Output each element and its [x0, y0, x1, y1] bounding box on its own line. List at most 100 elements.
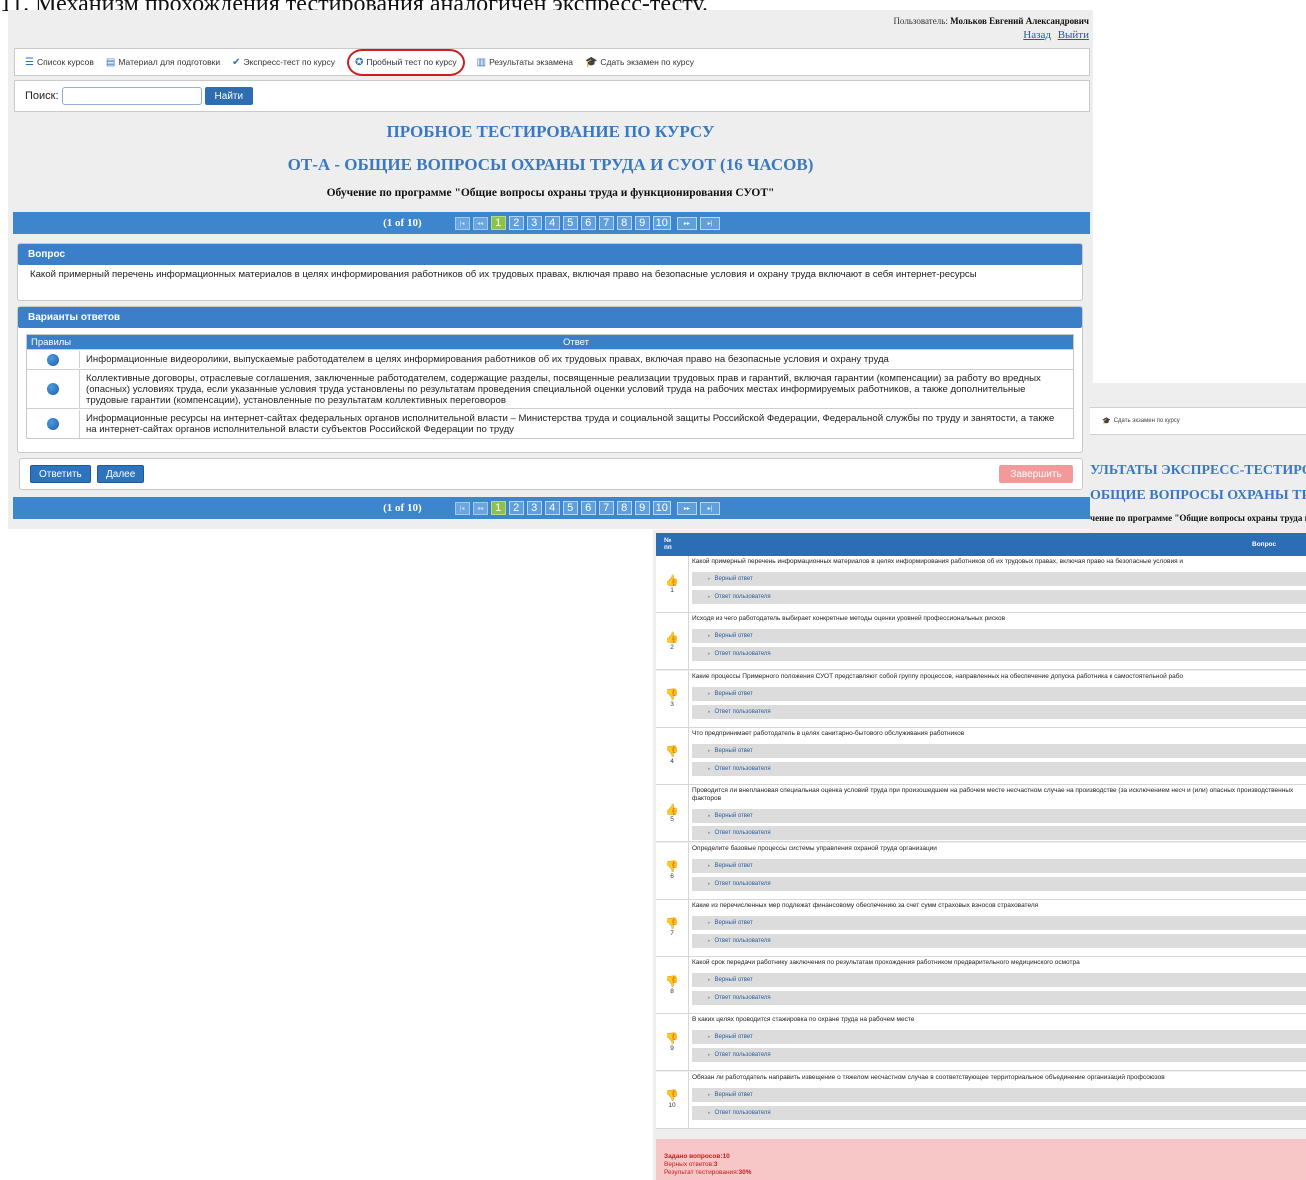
question-text: Какой примерный перечень информационных … — [30, 269, 977, 280]
thumbs-up-icon: 👍 — [665, 574, 679, 587]
page-number[interactable]: 9 — [634, 216, 650, 230]
results-title: УЛЬТАТЫ ЭКСПРЕСС-ТЕСТИРО — [1090, 463, 1306, 478]
correct-answer-label: Верный ответ — [714, 633, 753, 640]
pager-bottom: (1 of 10) |◂ ◂◂ 1 2 3 4 5 6 7 8 9 10 ▸▸ … — [13, 497, 1090, 519]
nav-item-take-exam[interactable]: Сдать экзамен по курсу — [1114, 418, 1180, 424]
page-number[interactable]: 3 — [526, 501, 542, 515]
user-answer-toggle[interactable]: ▸ Ответ пользователя — [692, 761, 1306, 776]
pager-top: (1 of 10) |◂ ◂◂ 1 2 3 4 5 6 7 8 9 10 ▸▸ … — [13, 212, 1090, 234]
correct-answer-toggle[interactable]: ▸ Верный ответ — [692, 743, 1306, 758]
radio-icon[interactable] — [47, 417, 59, 430]
radio-icon[interactable] — [47, 383, 59, 395]
page-number[interactable]: 2 — [508, 216, 524, 230]
user-answer-toggle[interactable]: ▸ Ответ пользователя — [692, 933, 1306, 948]
page-number[interactable]: 6 — [580, 216, 596, 230]
user-answer-toggle[interactable]: ▸ Ответ пользователя — [692, 826, 1306, 841]
nav-item-course-list[interactable]: ☰ Список курсов — [25, 57, 94, 68]
answer-option[interactable]: Информационные видеоролики, выпускаемые … — [27, 349, 1073, 369]
user-answer-toggle[interactable]: ▸ Ответ пользователя — [692, 647, 1306, 662]
answer-option[interactable]: Коллективные договоры, отраслевые соглаш… — [27, 369, 1073, 409]
next-button[interactable]: Далее — [97, 465, 145, 483]
action-bar: Ответить Далее Завершить — [19, 458, 1083, 490]
answer-option[interactable]: Информационные ресурсы на интернет-сайта… — [27, 408, 1073, 438]
user-answer-label: Ответ пользователя — [714, 937, 771, 944]
page-number[interactable]: 7 — [598, 216, 614, 230]
page-number[interactable]: 5 — [562, 216, 578, 230]
last-page-icon[interactable]: ▸| — [699, 501, 720, 515]
user-answer-toggle[interactable]: ▸ Ответ пользователя — [692, 1105, 1306, 1120]
page-number[interactable]: 6 — [580, 501, 596, 515]
page-number[interactable]: 9 — [634, 501, 650, 515]
last-page-icon[interactable]: ▸| — [699, 216, 720, 230]
user-answer-toggle[interactable]: ▸ Ответ пользователя — [692, 590, 1306, 604]
correct-answer-toggle[interactable]: ▸ Верный ответ — [692, 1030, 1306, 1045]
nav-item-materials[interactable]: ▤ Материал для подготовки — [106, 57, 220, 68]
page-number[interactable]: 4 — [544, 216, 560, 230]
user-answer-label: Ответ пользователя — [714, 651, 771, 658]
nav-item-exam-results[interactable]: ▥ Результаты экзамена — [477, 57, 573, 68]
correct-answer-toggle[interactable]: ▸ Верный ответ — [692, 858, 1306, 873]
page-number[interactable]: 1 — [490, 501, 506, 515]
nav-label: Сдать экзамен по курсу — [600, 57, 695, 67]
finish-button[interactable]: Завершить — [999, 465, 1073, 483]
page-number[interactable]: 2 — [508, 501, 524, 515]
nav-item-express-test[interactable]: ✔ Экспресс-тест по курсу — [232, 57, 335, 68]
question-number: 2 — [670, 643, 674, 651]
answers-table: Правилы Ответ Информационные видеоролики… — [26, 334, 1074, 439]
question-number: 5 — [670, 815, 674, 823]
correct-answer-toggle[interactable]: ▸ Верный ответ — [692, 915, 1306, 930]
expand-arrow-icon: ▸ — [708, 651, 711, 658]
result-value: 30% — [738, 1169, 752, 1176]
user-answer-toggle[interactable]: ▸ Ответ пользователя — [692, 991, 1306, 1006]
list-icon: ☰ — [25, 56, 34, 68]
expand-arrow-icon: ▸ — [708, 1091, 711, 1098]
correct-answer-toggle[interactable]: ▸ Верный ответ — [692, 973, 1306, 988]
search-input[interactable] — [61, 87, 202, 105]
correct-answer-label: Верный ответ — [714, 862, 753, 869]
page-number[interactable]: 10 — [652, 216, 671, 230]
page-number[interactable]: 4 — [544, 501, 560, 515]
user-answer-toggle[interactable]: ▸ Ответ пользователя — [692, 704, 1306, 719]
user-answer-toggle[interactable]: ▸ Ответ пользователя — [692, 1048, 1306, 1063]
next-page-icon[interactable]: ▸▸ — [676, 216, 697, 230]
page-number[interactable]: 8 — [616, 501, 632, 515]
nav-item-trial-test[interactable]: ✪ Пробный тест по курсу — [346, 48, 465, 76]
page-number[interactable]: 1 — [490, 216, 506, 230]
expand-arrow-icon: ▸ — [708, 594, 711, 600]
back-link[interactable]: Назад — [1023, 29, 1051, 41]
prev-page-icon[interactable]: ◂◂ — [472, 501, 488, 515]
find-button[interactable]: Найти — [204, 87, 254, 105]
prev-page-icon[interactable]: ◂◂ — [472, 216, 488, 230]
logout-link[interactable]: Выйти — [1058, 29, 1089, 41]
page-number[interactable]: 3 — [526, 216, 542, 230]
page-number[interactable]: 5 — [562, 501, 578, 515]
correct-answer-toggle[interactable]: ▸ Верный ответ — [692, 1087, 1306, 1102]
correct-answer-toggle[interactable]: ▸ Верный ответ — [692, 809, 1306, 824]
correct-answer-label: Верный ответ — [714, 690, 753, 697]
user-answer-label: Ответ пользователя — [714, 1109, 771, 1116]
page-number[interactable]: 10 — [652, 501, 671, 515]
result-row: 👎 7 Какие из перечисленных мер подлежат фи… — [656, 899, 1306, 957]
answer-button[interactable]: Ответить — [30, 465, 91, 483]
result-row: 👎 9 В каких целях проводится стажировка по… — [656, 1014, 1306, 1072]
result-number-cell: 👎 3 — [656, 670, 689, 728]
radio-icon[interactable] — [47, 353, 59, 366]
user-answer-label: Ответ пользователя — [714, 594, 771, 600]
user-answer-toggle[interactable]: ▸ Ответ пользователя — [692, 876, 1306, 891]
correct-answer-toggle[interactable]: ▸ Верный ответ — [692, 629, 1306, 644]
nav-label: Материал для подготовки — [118, 57, 221, 67]
first-page-icon[interactable]: |◂ — [454, 216, 470, 230]
next-page-icon[interactable]: ▸▸ — [676, 501, 697, 515]
user-answer-label: Ответ пользователя — [714, 995, 771, 1002]
nav-item-take-exam[interactable]: 🎓 Сдать экзамен по курсу — [585, 57, 694, 68]
result-number-cell: 👎 10 — [656, 1071, 689, 1129]
asked-value: 10 — [722, 1153, 730, 1160]
first-page-icon[interactable]: |◂ — [454, 501, 470, 515]
result-row: 👍 2 Исходя из чего работодатель выбирает к… — [656, 613, 1306, 671]
correct-answer-toggle[interactable]: ▸ Верный ответ — [692, 686, 1306, 701]
pager-count: (1 of 10) — [383, 502, 422, 514]
page-number[interactable]: 7 — [598, 501, 614, 515]
page-number[interactable]: 8 — [616, 216, 632, 230]
results-course: ОБЩИЕ ВОПРОСЫ ОХРАНЫ ТРУ — [1090, 488, 1306, 503]
correct-answer-toggle[interactable]: ▸ Верный ответ — [692, 572, 1306, 586]
